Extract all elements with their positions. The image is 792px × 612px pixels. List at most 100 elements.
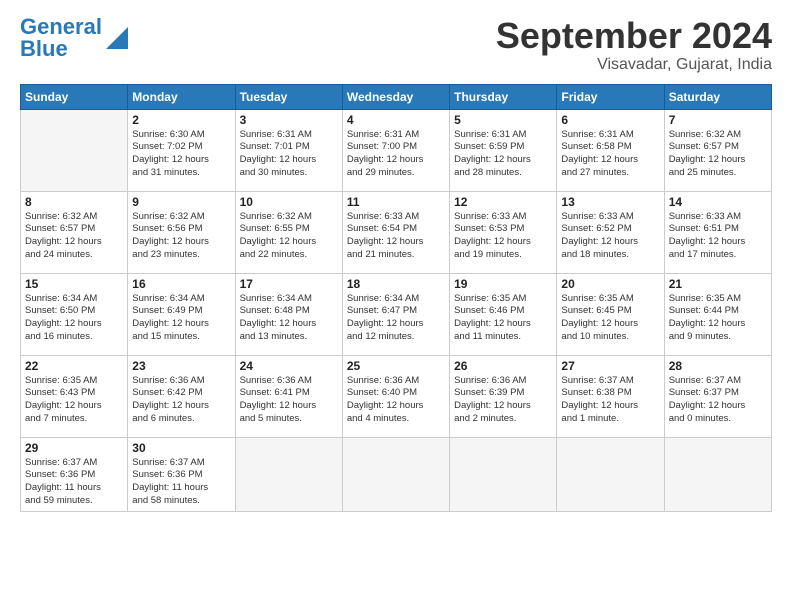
calendar-table: Sunday Monday Tuesday Wednesday Thursday… <box>20 84 772 512</box>
table-row: 18Sunrise: 6:34 AMSunset: 6:47 PMDayligh… <box>342 273 449 355</box>
table-row: 24Sunrise: 6:36 AMSunset: 6:41 PMDayligh… <box>235 355 342 437</box>
table-row: 5 Sunrise: 6:31 AMSunset: 6:59 PMDaylight… <box>450 109 557 191</box>
day-number: 19 <box>454 277 552 291</box>
day-number: 12 <box>454 195 552 209</box>
day-info: Sunrise: 6:33 AMSunset: 6:54 PMDaylight:… <box>347 211 445 262</box>
day-number: 3 <box>240 113 338 127</box>
table-row <box>557 437 664 511</box>
day-info: Sunrise: 6:32 AMSunset: 6:56 PMDaylight:… <box>132 211 230 262</box>
day-number: 29 <box>25 441 123 455</box>
day-info: Sunrise: 6:32 AMSunset: 6:57 PMDaylight:… <box>25 211 123 262</box>
day-info: Sunrise: 6:34 AMSunset: 6:48 PMDaylight:… <box>240 293 338 344</box>
table-row: 14 Sunrise: 6:33 AMSunset: 6:51 PMDayligh… <box>664 191 771 273</box>
day-info: Sunrise: 6:34 AMSunset: 6:50 PMDaylight:… <box>25 293 123 344</box>
table-row: 10Sunrise: 6:32 AMSunset: 6:55 PMDayligh… <box>235 191 342 273</box>
table-row: 15 Sunrise: 6:34 AMSunset: 6:50 PMDayligh… <box>21 273 128 355</box>
table-row: 6 Sunrise: 6:31 AMSunset: 6:58 PMDaylight… <box>557 109 664 191</box>
table-row <box>21 109 128 191</box>
table-row: 19 Sunrise: 6:35 AMSunset: 6:46 PMDayligh… <box>450 273 557 355</box>
col-saturday: Saturday <box>664 84 771 109</box>
location: Visavadar, Gujarat, India <box>496 56 772 74</box>
header: GeneralBlue September 2024 Visavadar, Gu… <box>20 16 772 74</box>
table-row: 20 Sunrise: 6:35 AMSunset: 6:45 PMDayligh… <box>557 273 664 355</box>
logo-icon <box>106 27 128 49</box>
col-sunday: Sunday <box>21 84 128 109</box>
day-info: Sunrise: 6:37 AMSunset: 6:36 PMDaylight:… <box>132 457 230 508</box>
day-info: Sunrise: 6:33 AMSunset: 6:53 PMDaylight:… <box>454 211 552 262</box>
table-row: 30 Sunrise: 6:37 AMSunset: 6:36 PMDayligh… <box>128 437 235 511</box>
table-row: 13 Sunrise: 6:33 AMSunset: 6:52 PMDayligh… <box>557 191 664 273</box>
day-number: 6 <box>561 113 659 127</box>
logo: GeneralBlue <box>20 16 128 60</box>
table-row: 23Sunrise: 6:36 AMSunset: 6:42 PMDayligh… <box>128 355 235 437</box>
day-info: Sunrise: 6:33 AMSunset: 6:51 PMDaylight:… <box>669 211 767 262</box>
table-row: 3 Sunrise: 6:31 AMSunset: 7:01 PMDaylight… <box>235 109 342 191</box>
table-row <box>235 437 342 511</box>
table-row: 28 Sunrise: 6:37 AMSunset: 6:37 PMDayligh… <box>664 355 771 437</box>
day-number: 13 <box>561 195 659 209</box>
day-number: 7 <box>669 113 767 127</box>
table-row: 26Sunrise: 6:36 AMSunset: 6:39 PMDayligh… <box>450 355 557 437</box>
day-number: 20 <box>561 277 659 291</box>
day-info: Sunrise: 6:31 AMSunset: 6:58 PMDaylight:… <box>561 129 659 180</box>
title-block: September 2024 Visavadar, Gujarat, India <box>496 16 772 74</box>
day-info: Sunrise: 6:31 AMSunset: 7:01 PMDaylight:… <box>240 129 338 180</box>
table-row: 2 Sunrise: 6:30 AMSunset: 7:02 PMDaylight… <box>128 109 235 191</box>
day-info: Sunrise: 6:37 AMSunset: 6:36 PMDaylight:… <box>25 457 123 508</box>
page-container: GeneralBlue September 2024 Visavadar, Gu… <box>0 0 792 522</box>
day-info: Sunrise: 6:32 AMSunset: 6:55 PMDaylight:… <box>240 211 338 262</box>
day-info: Sunrise: 6:32 AMSunset: 6:57 PMDaylight:… <box>669 129 767 180</box>
table-row <box>342 437 449 511</box>
table-row: 4 Sunrise: 6:31 AMSunset: 7:00 PMDaylight… <box>342 109 449 191</box>
table-row: 12 Sunrise: 6:33 AMSunset: 6:53 PMDayligh… <box>450 191 557 273</box>
day-info: Sunrise: 6:36 AMSunset: 6:40 PMDaylight:… <box>347 375 445 426</box>
table-row: 17 Sunrise: 6:34 AMSunset: 6:48 PMDayligh… <box>235 273 342 355</box>
logo-text: GeneralBlue <box>20 16 102 60</box>
day-info: Sunrise: 6:34 AMSunset: 6:49 PMDaylight:… <box>132 293 230 344</box>
day-number: 25 <box>347 359 445 373</box>
day-number: 30 <box>132 441 230 455</box>
col-wednesday: Wednesday <box>342 84 449 109</box>
day-info: Sunrise: 6:37 AMSunset: 6:37 PMDaylight:… <box>669 375 767 426</box>
table-row: 9 Sunrise: 6:32 AMSunset: 6:56 PMDaylight… <box>128 191 235 273</box>
table-row <box>450 437 557 511</box>
table-row: 29 Sunrise: 6:37 AMSunset: 6:36 PMDayligh… <box>21 437 128 511</box>
day-number: 17 <box>240 277 338 291</box>
col-thursday: Thursday <box>450 84 557 109</box>
day-number: 4 <box>347 113 445 127</box>
table-row: 25 Sunrise: 6:36 AMSunset: 6:40 PMDayligh… <box>342 355 449 437</box>
day-info: Sunrise: 6:37 AMSunset: 6:38 PMDaylight:… <box>561 375 659 426</box>
day-number: 21 <box>669 277 767 291</box>
month-title: September 2024 <box>496 16 772 56</box>
table-row: 21 Sunrise: 6:35 AMSunset: 6:44 PMDayligh… <box>664 273 771 355</box>
col-tuesday: Tuesday <box>235 84 342 109</box>
day-number: 16 <box>132 277 230 291</box>
day-number: 8 <box>25 195 123 209</box>
day-number: 27 <box>561 359 659 373</box>
table-row: 7 Sunrise: 6:32 AMSunset: 6:57 PMDaylight… <box>664 109 771 191</box>
table-row: 8 Sunrise: 6:32 AMSunset: 6:57 PMDaylight… <box>21 191 128 273</box>
day-number: 24 <box>240 359 338 373</box>
day-info: Sunrise: 6:35 AMSunset: 6:46 PMDaylight:… <box>454 293 552 344</box>
day-info: Sunrise: 6:35 AMSunset: 6:45 PMDaylight:… <box>561 293 659 344</box>
day-number: 5 <box>454 113 552 127</box>
day-number: 14 <box>669 195 767 209</box>
day-info: Sunrise: 6:36 AMSunset: 6:39 PMDaylight:… <box>454 375 552 426</box>
day-number: 9 <box>132 195 230 209</box>
day-info: Sunrise: 6:31 AMSunset: 7:00 PMDaylight:… <box>347 129 445 180</box>
day-info: Sunrise: 6:35 AMSunset: 6:43 PMDaylight:… <box>25 375 123 426</box>
table-row: 11Sunrise: 6:33 AMSunset: 6:54 PMDayligh… <box>342 191 449 273</box>
col-friday: Friday <box>557 84 664 109</box>
day-info: Sunrise: 6:35 AMSunset: 6:44 PMDaylight:… <box>669 293 767 344</box>
day-info: Sunrise: 6:33 AMSunset: 6:52 PMDaylight:… <box>561 211 659 262</box>
day-info: Sunrise: 6:31 AMSunset: 6:59 PMDaylight:… <box>454 129 552 180</box>
day-info: Sunrise: 6:34 AMSunset: 6:47 PMDaylight:… <box>347 293 445 344</box>
day-number: 2 <box>132 113 230 127</box>
day-info: Sunrise: 6:30 AMSunset: 7:02 PMDaylight:… <box>132 129 230 180</box>
day-info: Sunrise: 6:36 AMSunset: 6:42 PMDaylight:… <box>132 375 230 426</box>
table-row: 27 Sunrise: 6:37 AMSunset: 6:38 PMDayligh… <box>557 355 664 437</box>
table-row: 22Sunrise: 6:35 AMSunset: 6:43 PMDayligh… <box>21 355 128 437</box>
day-number: 28 <box>669 359 767 373</box>
day-number: 15 <box>25 277 123 291</box>
table-row: 16 Sunrise: 6:34 AMSunset: 6:49 PMDayligh… <box>128 273 235 355</box>
